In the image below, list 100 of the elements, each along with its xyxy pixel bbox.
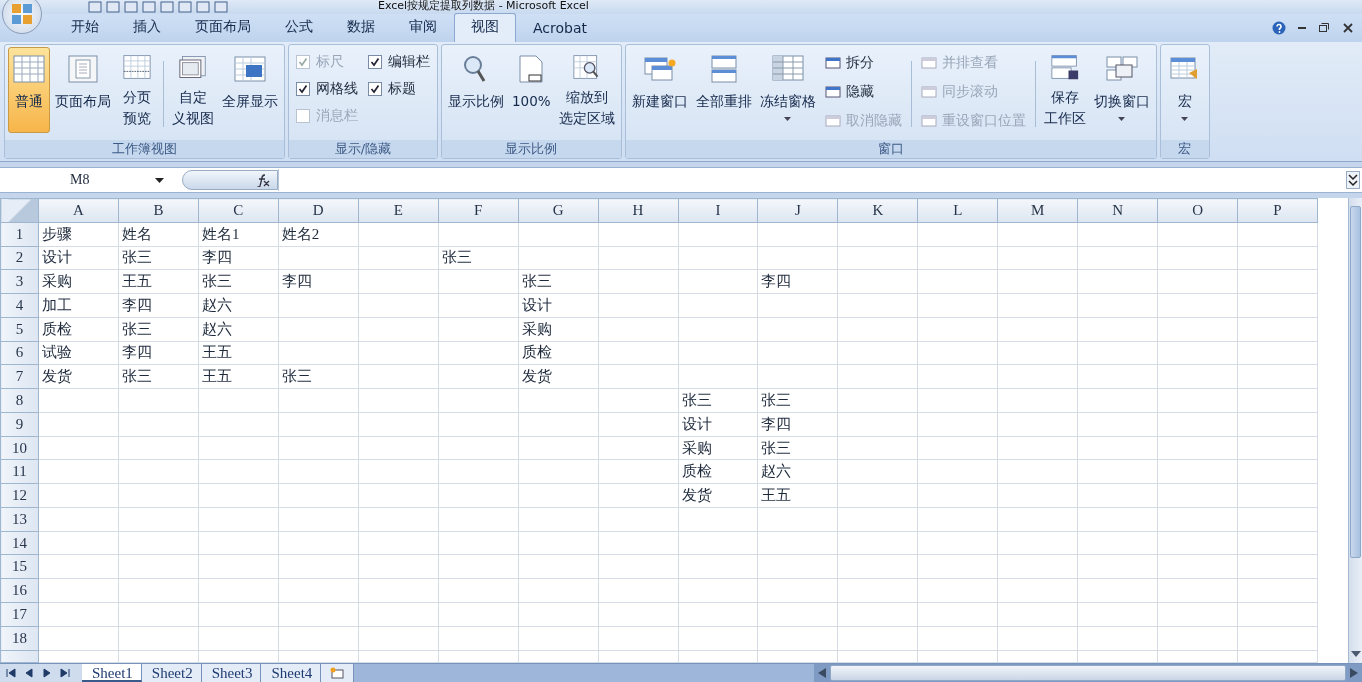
row-header[interactable]: 7 — [0, 364, 39, 389]
table-cell: 王五 — [761, 487, 792, 504]
ribbon-tab[interactable]: 视图 — [454, 12, 516, 42]
ribbon-button[interactable]: 宏 — [1163, 46, 1206, 133]
ribbon-tab[interactable]: 公式 — [268, 12, 330, 42]
scrollbar-thumb[interactable] — [1350, 206, 1361, 558]
row-header[interactable]: 10 — [0, 436, 39, 460]
vertical-scrollbar[interactable] — [1348, 198, 1362, 663]
column-header[interactable]: J — [757, 198, 838, 223]
ribbon-tab[interactable]: 审阅 — [392, 12, 454, 42]
table-cell: 李四 — [281, 273, 312, 290]
row-header[interactable]: 1 — [0, 222, 39, 247]
select-all-corner[interactable] — [0, 198, 39, 223]
row-header[interactable]: 8 — [0, 388, 39, 413]
row-header[interactable]: 2 — [0, 246, 39, 270]
row-header[interactable]: 6 — [0, 341, 39, 365]
sheet-tab[interactable]: Sheet4 — [261, 664, 322, 682]
ribbon-button[interactable]: 自定 义视图 — [169, 46, 217, 133]
column-header[interactable]: G — [518, 198, 599, 223]
group-label: 窗口 — [625, 140, 1156, 159]
insert-sheet-tab[interactable] — [321, 664, 355, 682]
ribbon-tab[interactable]: 开始 — [54, 12, 116, 42]
name-box[interactable]: M8 — [0, 169, 170, 192]
table-cell: 李四 — [121, 296, 152, 313]
checkmark-icon — [370, 56, 380, 67]
toolbar-icon — [142, 1, 156, 13]
ribbon-button[interactable]: 保存 工作区 — [1040, 46, 1089, 133]
ribbon-button[interactable]: 冻结窗格 — [756, 46, 819, 133]
ribbon-button[interactable]: 100% — [509, 46, 554, 133]
row-header[interactable]: 14 — [0, 531, 39, 555]
table-cell: 赵六 — [201, 320, 232, 337]
sheet-tab[interactable]: Sheet3 — [201, 664, 262, 682]
row-header[interactable]: 5 — [0, 317, 39, 342]
row-header[interactable]: 9 — [0, 412, 39, 437]
column-header[interactable]: I — [678, 198, 758, 223]
sheet-tab[interactable]: Sheet1 — [82, 664, 142, 682]
column-header[interactable]: M — [997, 198, 1078, 223]
row-header[interactable]: 11 — [0, 459, 39, 484]
row-header[interactable]: 18 — [0, 626, 39, 651]
first-sheet-icon — [6, 668, 16, 678]
table-cell: 王五 — [121, 273, 152, 290]
row-header[interactable]: 4 — [0, 293, 39, 318]
ribbon-button[interactable]: 切换窗口 — [1090, 46, 1153, 133]
table-cell: 设计 — [681, 415, 712, 432]
function-button[interactable] — [182, 170, 278, 191]
ribbon-button[interactable]: 全屏显示 — [219, 46, 281, 133]
column-header[interactable]: E — [358, 198, 439, 223]
row-header[interactable]: 3 — [0, 269, 39, 294]
ribbon-tab[interactable]: Acrobat — [516, 14, 604, 42]
caret-icon — [155, 177, 164, 183]
column-header[interactable]: L — [917, 198, 998, 223]
ribbon-button[interactable]: 页面布局 — [52, 46, 114, 133]
column-header[interactable]: K — [837, 198, 918, 223]
checkbox[interactable]: 标题 — [368, 77, 430, 100]
table-cell: 采购 — [42, 273, 72, 290]
close-icon — [1342, 21, 1354, 34]
row-header[interactable]: 17 — [0, 602, 39, 627]
group-label: 显示/隐藏 — [289, 140, 437, 159]
scrollbar-thumb[interactable] — [830, 665, 1346, 681]
row-header[interactable]: 15 — [0, 555, 39, 579]
ribbon-button[interactable]: 缩放到 选定区域 — [555, 46, 618, 133]
ribbon-button[interactable]: 隐藏 — [824, 79, 902, 104]
ribbon-button[interactable]: 全部重排 — [692, 46, 755, 133]
table-cell: 质检 — [42, 320, 72, 337]
sheet-tab[interactable]: Sheet2 — [141, 664, 202, 682]
column-header[interactable]: P — [1237, 198, 1318, 223]
ribbon-button[interactable]: 普通 — [8, 46, 50, 133]
table-cell: 试验 — [42, 344, 72, 361]
column-header[interactable]: B — [118, 198, 199, 223]
window-icon — [824, 56, 841, 69]
column-header[interactable]: N — [1077, 198, 1158, 223]
ribbon-button[interactable]: 分页 预览 — [116, 46, 158, 133]
ribbon-tab[interactable]: 数据 — [330, 12, 392, 42]
ribbon-button[interactable]: 新建窗口 — [628, 46, 691, 133]
ribbon-button[interactable]: 显示比例 — [445, 46, 507, 133]
function-icon — [255, 173, 271, 188]
table-cell: 张三 — [281, 368, 312, 385]
table-cell: 李四 — [201, 249, 232, 266]
expand-icon — [1346, 171, 1360, 190]
horizontal-scrollbar[interactable] — [814, 664, 1362, 682]
group-label: 工作簿视图 — [5, 140, 284, 159]
column-header[interactable]: A — [38, 198, 119, 223]
row-header[interactable]: 16 — [0, 578, 39, 603]
column-header[interactable]: F — [438, 198, 519, 223]
column-header[interactable]: O — [1157, 198, 1238, 223]
checkbox[interactable]: 网格线 — [296, 77, 358, 100]
ribbon-tab[interactable]: 页面布局 — [178, 12, 268, 42]
table-cell: 质检 — [521, 344, 552, 361]
column-header[interactable]: C — [198, 198, 279, 223]
toolbar-icon — [106, 1, 120, 13]
row-header[interactable]: 12 — [0, 483, 39, 508]
column-header[interactable]: H — [598, 198, 678, 223]
ribbon-tab[interactable]: 插入 — [116, 12, 178, 42]
ribbon-button[interactable]: 拆分 — [824, 50, 902, 75]
checkbox[interactable]: 编辑栏 — [368, 50, 430, 73]
column-header[interactable]: D — [278, 198, 359, 223]
down-arrow-icon — [1351, 651, 1361, 657]
window-icon — [920, 56, 937, 69]
table-cell: 张三 — [761, 439, 792, 456]
row-header[interactable]: 13 — [0, 507, 39, 532]
